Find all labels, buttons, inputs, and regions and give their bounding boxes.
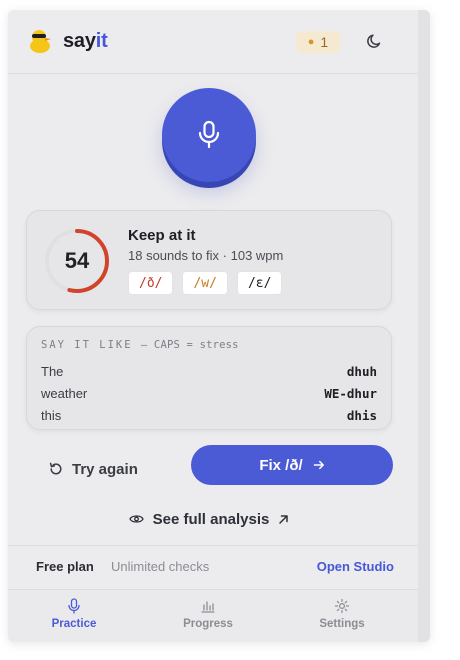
list-item: The dhuh [41,364,377,384]
app-window: sayit ● 1 54 Keep at it 18 sounds to fix… [8,10,430,642]
fix-label: Fix /ð/ [259,456,303,474]
brand-part-say: say [63,30,96,52]
bottom-nav: Practice Progress Settings [8,589,418,642]
main-panel: sayit ● 1 54 Keep at it 18 sounds to fix… [8,10,418,642]
streak-count: 1 [320,34,329,50]
record-control [162,88,256,186]
sound-chip[interactable]: /w/ [182,271,228,295]
sound-chips: /ð/ /w/ /ɛ/ [128,271,283,295]
phonetic: dhuh [346,364,377,379]
sound-chip[interactable]: /ð/ [128,271,174,295]
nav-item-settings[interactable]: Settings [297,598,387,638]
plan-description: Unlimited checks [111,559,210,574]
list-item: weather WE-dhur [41,386,377,406]
record-button[interactable] [162,88,256,182]
dark-mode-toggle-icon[interactable] [366,32,384,50]
say-it-like-card: SAY IT LIKE — CAPS = stress The dhuh wea… [26,326,392,430]
phonetic: WE-dhur [324,386,377,401]
phonetic: dhis [346,408,377,423]
eye-icon [128,515,144,523]
fix-sound-button[interactable]: Fix /ð/ [191,445,393,485]
retry-icon [49,462,62,475]
brand-wordmark: sayit [63,30,108,53]
nav-item-practice[interactable]: Practice [29,598,119,638]
word: The [41,364,64,379]
list-item: this dhis [41,408,377,428]
gear-icon [334,598,350,614]
open-studio-link[interactable]: Open Studio [317,559,394,574]
arrow-right-icon [313,460,324,470]
score-subtitle: 18 sounds to fix · 103 wpm [128,248,284,263]
word: weather [41,386,88,401]
arrow-up-right-icon [279,514,289,524]
plan-strip: Free plan Unlimited checks Open Studio [8,545,418,589]
say-it-like-heading: SAY IT LIKE — CAPS = stress [41,339,239,351]
flame-icon: ● [307,36,315,48]
sound-chip[interactable]: /ɛ/ [236,271,283,295]
duck-logo-icon [30,30,51,53]
say-it-like-title: SAY IT LIKE [41,339,133,351]
try-again-button[interactable]: Try again [48,453,168,485]
header: sayit ● 1 [8,10,418,74]
try-again-label: Try again [72,460,138,478]
stress-note: — CAPS = stress [140,339,239,351]
nav-label-progress: Progress [183,618,233,630]
plan-name: Free plan [36,559,94,574]
see-full-analysis-link[interactable]: See full analysis [8,508,410,530]
nav-label-settings: Settings [319,618,365,630]
nav-label-practice: Practice [51,618,97,630]
brand-part-it: it [95,30,108,52]
word: this [41,408,62,423]
scroll-rail [418,10,430,642]
nav-item-progress[interactable]: Progress [163,598,253,638]
score-value: 54 [64,248,90,273]
score-card: 54 Keep at it 18 sounds to fix · 103 wpm… [26,210,392,310]
bar-chart-icon [201,601,215,613]
see-analysis-label: See full analysis [152,510,270,528]
microphone-icon [198,120,220,149]
streak-badge[interactable]: ● 1 [296,31,340,53]
microphone-icon [68,598,80,614]
score-title: Keep at it [128,227,196,244]
